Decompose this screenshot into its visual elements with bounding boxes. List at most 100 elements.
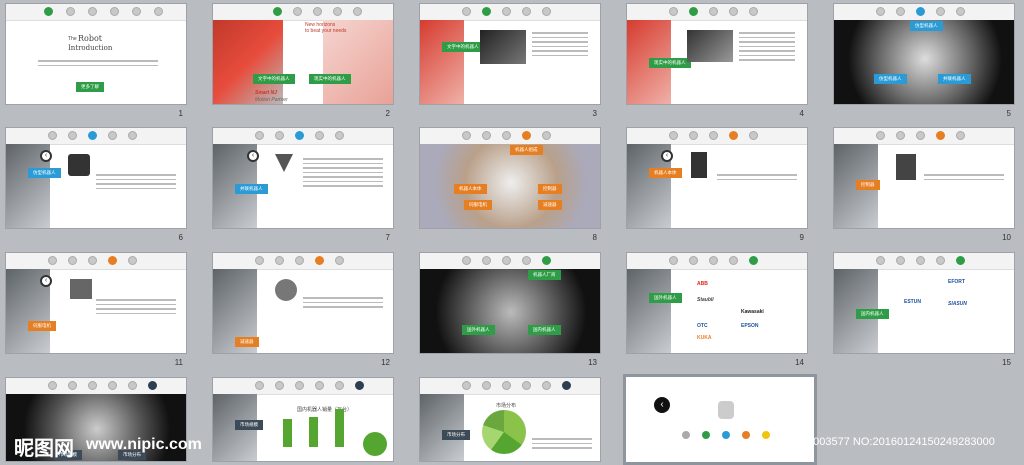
slide-number: 1 [178, 109, 183, 118]
slide-thumbnail-9[interactable]: ‹ 机器人本体 [626, 127, 808, 229]
clock-icon [66, 7, 75, 16]
cloud-icon[interactable] [682, 431, 690, 439]
body-text [739, 32, 795, 64]
tag-foreign-robot[interactable]: 国外机器人 [462, 325, 495, 335]
back-arrow-icon[interactable]: ‹ [661, 150, 673, 162]
tag-domestic-robot[interactable]: 国内机器人 [528, 325, 561, 335]
layers-icon [333, 7, 342, 16]
slide-thumbnail-10[interactable]: 控制器 [833, 127, 1015, 229]
tag-imitation-robot[interactable]: 仿型机器人 [874, 74, 907, 84]
layers-icon [936, 7, 945, 16]
slide-thumbnail-11[interactable]: ‹ 伺服电机 [5, 252, 187, 354]
learn-more-button[interactable]: 更多了解 [76, 82, 104, 92]
back-arrow-icon[interactable]: ‹ [654, 397, 670, 413]
slide-number: 5 [1006, 109, 1011, 118]
slide-thumbnail-4[interactable]: 现实中的机器人 [626, 3, 808, 105]
section-tag: 机器人组成 [510, 145, 543, 155]
tag-robot-body[interactable]: 机器人本体 [454, 184, 487, 194]
section-tag: 国外机器人 [649, 293, 682, 303]
layers-icon[interactable] [742, 431, 750, 439]
back-arrow-icon[interactable]: ‹ [40, 150, 52, 162]
gear-icon [335, 131, 344, 140]
slide-nav-bar [834, 4, 1014, 21]
cloud-icon [669, 131, 678, 140]
slide-number: 13 [588, 358, 597, 367]
cloud-icon [255, 381, 264, 390]
body-text [96, 299, 176, 317]
body-text [96, 174, 176, 192]
section-tag: 现实中的机器人 [649, 58, 691, 68]
side-image [420, 394, 464, 461]
slide-thumbnail-3[interactable]: 文字中的机器人 [419, 3, 601, 105]
slide-thumbnail-19[interactable]: ‹ [623, 374, 817, 465]
clock-icon [896, 256, 905, 265]
clock-icon [68, 256, 77, 265]
robot-mascot-icon [718, 401, 734, 419]
gear-icon [956, 7, 965, 16]
slide-thumbnail-8[interactable]: 机器人组成 机器人本体 控制器 伺服电机 减速器 [419, 127, 601, 229]
robot-arm-icon [502, 131, 511, 140]
cloud-icon [462, 256, 471, 265]
slide-thumbnail-18[interactable]: 市场分布 市场分布 [419, 377, 601, 462]
gear-icon [956, 256, 965, 265]
tag-reducer[interactable]: 减速器 [538, 200, 562, 210]
clock-icon [482, 256, 491, 265]
clock-icon [689, 256, 698, 265]
chart-icon [355, 381, 364, 390]
watermark-url: www.nipic.com [86, 436, 202, 453]
layers-icon [729, 131, 738, 140]
layers-icon [522, 256, 531, 265]
tag-real-robot[interactable]: 现实中的机器人 [309, 74, 351, 84]
clock-icon[interactable] [702, 431, 710, 439]
slide-thumbnail-6[interactable]: ‹ 仿型机器人 [5, 127, 187, 229]
layers-icon [729, 256, 738, 265]
slide-thumbnail-1[interactable]: The Robot Introduction 更多了解 [5, 3, 187, 105]
slide-nav-bar [213, 253, 393, 270]
chart-icon [562, 381, 571, 390]
robot-arm-icon [88, 7, 97, 16]
robot-arm-icon[interactable] [722, 431, 730, 439]
slide-thumbnail-14[interactable]: 国外机器人 ABB Staubli Kawasaki KUKA EPSON OT… [626, 252, 808, 354]
section-tag: 控制器 [856, 180, 880, 190]
clock-icon [275, 131, 284, 140]
side-image [420, 20, 464, 104]
gear-icon[interactable] [762, 431, 770, 439]
tag-servo-motor[interactable]: 伺服电机 [464, 200, 492, 210]
tag-parallel-robot[interactable]: 并联机器人 [938, 74, 971, 84]
cloud-icon [48, 131, 57, 140]
slide-nav-bar [6, 378, 186, 395]
slide-thumbnail-15[interactable]: 国内机器人 EFORT ESTUN SIASUN [833, 252, 1015, 354]
slide-thumbnail-13[interactable]: 机器人厂商 国外机器人 国内机器人 [419, 252, 601, 354]
gear-icon [749, 256, 758, 265]
watermark-logo: 昵图网 [14, 438, 74, 460]
slide-thumbnail-7[interactable]: ‹ 并联机器人 [212, 127, 394, 229]
slide-thumbnail-12[interactable]: 减速器 [212, 252, 394, 354]
slide-thumbnail-5[interactable]: 仿型机器人 仿型机器人 并联机器人 [833, 3, 1015, 105]
factory-photo [687, 30, 733, 62]
back-arrow-icon[interactable]: ‹ [247, 150, 259, 162]
section-tag: 并联机器人 [235, 184, 268, 194]
gear-icon [542, 131, 551, 140]
robot-arm-icon [916, 131, 925, 140]
slide-thumbnail-17[interactable]: 市场规模 国内机器人销量（万台） [212, 377, 394, 462]
layers-icon [315, 256, 324, 265]
gear-icon [128, 381, 137, 390]
slide-nav-bar [627, 4, 807, 21]
robot-arm-icon [313, 7, 322, 16]
slide-nav-bar [6, 4, 186, 21]
tag-controller[interactable]: 控制器 [538, 184, 562, 194]
clock-icon [68, 131, 77, 140]
cloud-icon [876, 131, 885, 140]
tag-text-robot[interactable]: 文字中的机器人 [253, 74, 295, 84]
clock-icon [896, 131, 905, 140]
slide-thumbnail-2[interactable]: New horizons to beat your needs 文字中的机器人 … [212, 3, 394, 105]
gear-icon [749, 131, 758, 140]
back-arrow-icon[interactable]: ‹ [40, 275, 52, 287]
clock-icon [896, 7, 905, 16]
cloud-icon [876, 256, 885, 265]
body-text [717, 174, 797, 183]
brand-logo-otc: OTC [697, 323, 708, 329]
layers-icon [936, 131, 945, 140]
brand-logo-kuka: KUKA [697, 335, 712, 341]
controller-image [896, 154, 916, 180]
